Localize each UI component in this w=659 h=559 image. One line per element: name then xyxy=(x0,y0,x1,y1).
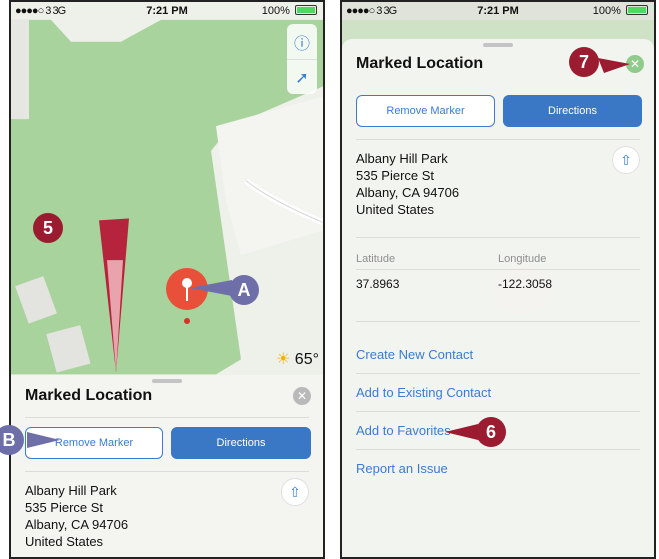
battery-percent: 100% xyxy=(592,5,621,17)
directions-button[interactable]: Directions xyxy=(503,95,642,127)
weather-temp: 65° xyxy=(294,351,319,368)
report-an-issue-link[interactable]: Report an Issue xyxy=(356,461,448,476)
address-line: Albany Hill Park xyxy=(25,483,117,498)
latitude-label: Latitude xyxy=(356,253,396,265)
create-new-contact-link[interactable]: Create New Contact xyxy=(356,347,473,362)
address-block: Albany Hill Park 535 Pierce St Albany, C… xyxy=(25,482,128,550)
card-title: Marked Location xyxy=(25,387,153,404)
address-block: Albany Hill Park 535 Pierce St Albany, C… xyxy=(356,150,459,218)
card-title: Marked Location xyxy=(356,55,484,72)
address-line: Albany Hill Park xyxy=(356,151,448,166)
battery-icon xyxy=(626,5,648,15)
status-bar: ●●●●○ 3 3G 7:21 PM 100% xyxy=(11,2,323,20)
divider xyxy=(356,373,640,374)
right-screen: ●●●●○ 3 3G 7:21 PM 100% Marked Location … xyxy=(340,0,656,559)
battery-indicator: 100% xyxy=(262,5,317,17)
longitude-value: -122.3058 xyxy=(498,277,553,291)
card-grabber[interactable] xyxy=(152,379,182,383)
share-icon[interactable]: ⇧ xyxy=(281,478,309,506)
callout-5: 5 xyxy=(33,213,63,243)
address-line: 535 Pierce St xyxy=(25,500,104,515)
remove-marker-button[interactable]: Remove Marker xyxy=(356,95,495,127)
callout-7: 7 xyxy=(569,47,599,77)
info-icon[interactable]: ⓘ xyxy=(287,24,317,59)
sun-icon: ☀ xyxy=(276,351,291,368)
callout-a: A xyxy=(229,275,259,305)
pin-location-dot xyxy=(184,318,190,324)
marked-location-card: Marked Location ✕ Remove Marker Directio… xyxy=(11,375,323,557)
divider xyxy=(356,321,640,322)
share-icon[interactable]: ⇧ xyxy=(612,146,640,174)
card-grabber[interactable] xyxy=(483,43,513,47)
map-pin-marker[interactable] xyxy=(166,268,208,310)
divider xyxy=(356,269,640,270)
divider xyxy=(25,471,309,472)
address-line: Albany, CA 94706 xyxy=(356,185,460,200)
close-icon[interactable]: ✕ xyxy=(293,387,311,405)
location-arrow-icon[interactable]: ➚ xyxy=(287,59,317,95)
weather-badge: ☀ 65° xyxy=(276,349,319,369)
close-icon[interactable]: ✕ xyxy=(626,55,644,73)
address-line: United States xyxy=(356,202,435,217)
status-bar: ●●●●○ 3 3G 7:21 PM 100% xyxy=(342,2,654,20)
left-screen: ●●●●○ 3 3G 7:21 PM 100% ⓘ ➚ ☀ 65° Marked… xyxy=(9,0,325,559)
divider xyxy=(356,139,640,140)
divider xyxy=(356,449,640,450)
callout-6: 6 xyxy=(476,417,506,447)
marked-location-card-expanded: Marked Location ✕ Remove Marker Directio… xyxy=(342,39,654,557)
add-to-favorites-link[interactable]: Add to Favorites xyxy=(356,423,451,438)
divider xyxy=(356,237,640,238)
battery-indicator: 100% xyxy=(593,5,648,17)
divider xyxy=(356,411,640,412)
directions-button[interactable]: Directions xyxy=(171,427,311,459)
address-line: United States xyxy=(25,534,104,549)
battery-percent: 100% xyxy=(261,5,290,17)
map-controls: ⓘ ➚ xyxy=(287,24,317,94)
add-to-existing-contact-link[interactable]: Add to Existing Contact xyxy=(356,385,491,400)
battery-icon xyxy=(295,5,317,15)
address-line: 535 Pierce St xyxy=(356,168,435,183)
address-line: Albany, CA 94706 xyxy=(25,517,129,532)
longitude-label: Longitude xyxy=(498,253,547,265)
latitude-value: 37.8963 xyxy=(356,277,400,291)
remove-marker-button[interactable]: Remove Marker xyxy=(25,427,163,459)
divider xyxy=(25,417,309,418)
